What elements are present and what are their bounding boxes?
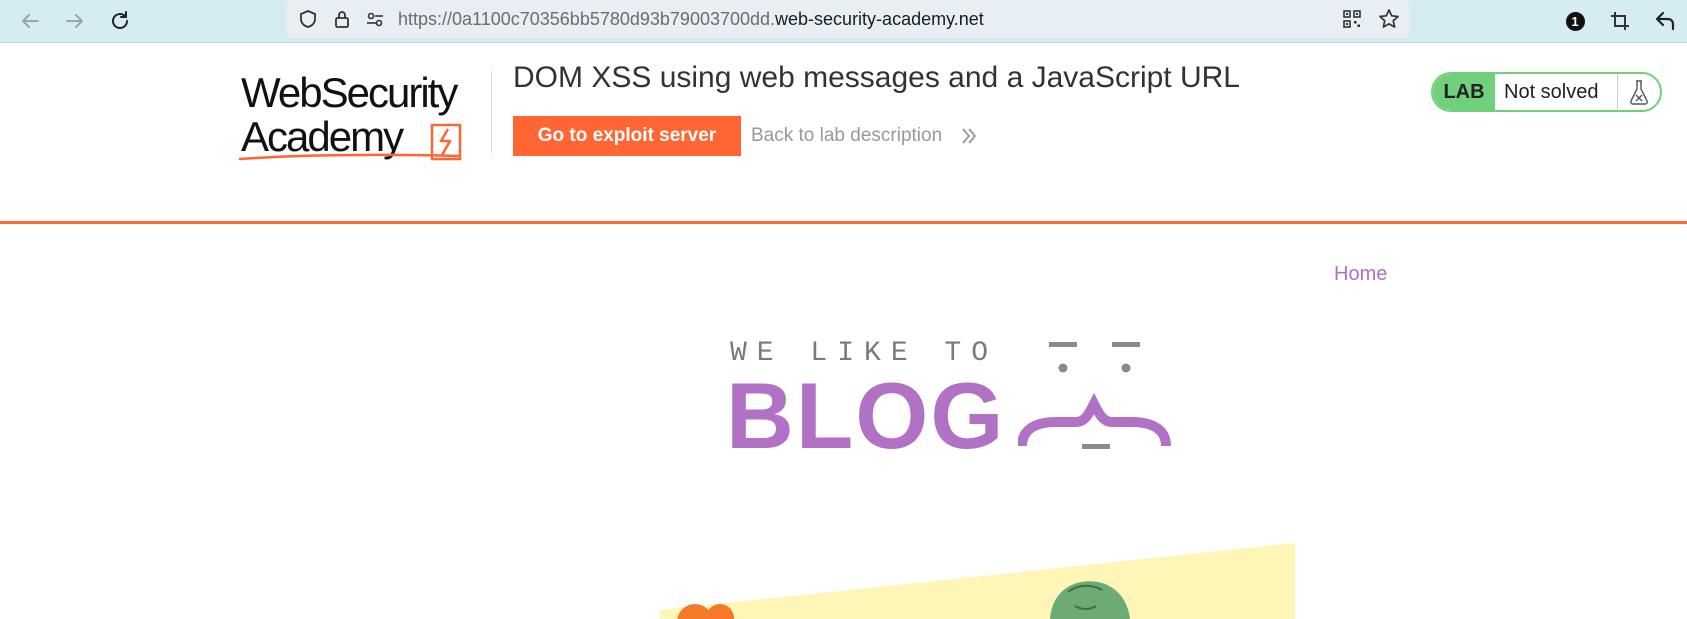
back-arrow-icon[interactable] [15, 6, 45, 36]
lab-tag: LAB [1433, 74, 1495, 110]
reload-icon[interactable] [105, 6, 135, 36]
extension-badge-count: 1 [1565, 11, 1585, 31]
logo-bolt-icon [430, 123, 462, 161]
back-to-lab-description-link[interactable]: Back to lab description [751, 125, 942, 147]
nav-home-link[interactable]: Home [1334, 263, 1387, 286]
logo-line-1: WebSecurity [241, 69, 458, 116]
go-to-exploit-server-button[interactable]: Go to exploit server [513, 116, 741, 156]
lab-header: WebSecurity Academy DOM XSS using web me… [0, 43, 1687, 225]
url-domain: web-security-academy.net [775, 9, 984, 29]
web-security-academy-logo[interactable]: WebSecurity Academy [238, 69, 488, 169]
permissions-icon[interactable] [364, 8, 386, 30]
chevron-double-right-icon[interactable] [960, 125, 978, 147]
crop-icon[interactable] [1605, 6, 1635, 36]
header-bottom-rule [0, 221, 1687, 224]
blog-hero-illustration [660, 543, 1295, 619]
forward-arrow-icon[interactable] [60, 6, 90, 36]
lab-status-separator [1617, 74, 1618, 110]
blog-wordmark: BLOG [726, 363, 1006, 468]
shield-icon[interactable] [297, 8, 319, 30]
lock-icon[interactable] [331, 8, 353, 30]
bookmark-star-icon[interactable] [1378, 8, 1400, 30]
blog-face-icon [1018, 342, 1171, 449]
header-divider [491, 71, 492, 153]
qr-code-icon[interactable] [1341, 8, 1363, 30]
lab-title: DOM XSS using web messages and a JavaScr… [513, 61, 1240, 94]
undo-icon[interactable] [1650, 6, 1680, 36]
browser-toolbar: https://0a1100c70356bb5780d93b79003700dd… [0, 0, 1687, 43]
url-text[interactable]: https://0a1100c70356bb5780d93b79003700dd… [398, 9, 984, 30]
lab-status-widget: LAB Not solved [1431, 72, 1662, 112]
flask-icon [1630, 80, 1648, 105]
url-prefix: https://0a1100c70356bb5780d93b79003700dd… [398, 9, 776, 29]
extension-badge-icon[interactable]: 1 [1560, 6, 1590, 36]
address-bar[interactable]: https://0a1100c70356bb5780d93b79003700dd… [287, 0, 1409, 38]
lab-status-text: Not solved [1504, 81, 1599, 103]
